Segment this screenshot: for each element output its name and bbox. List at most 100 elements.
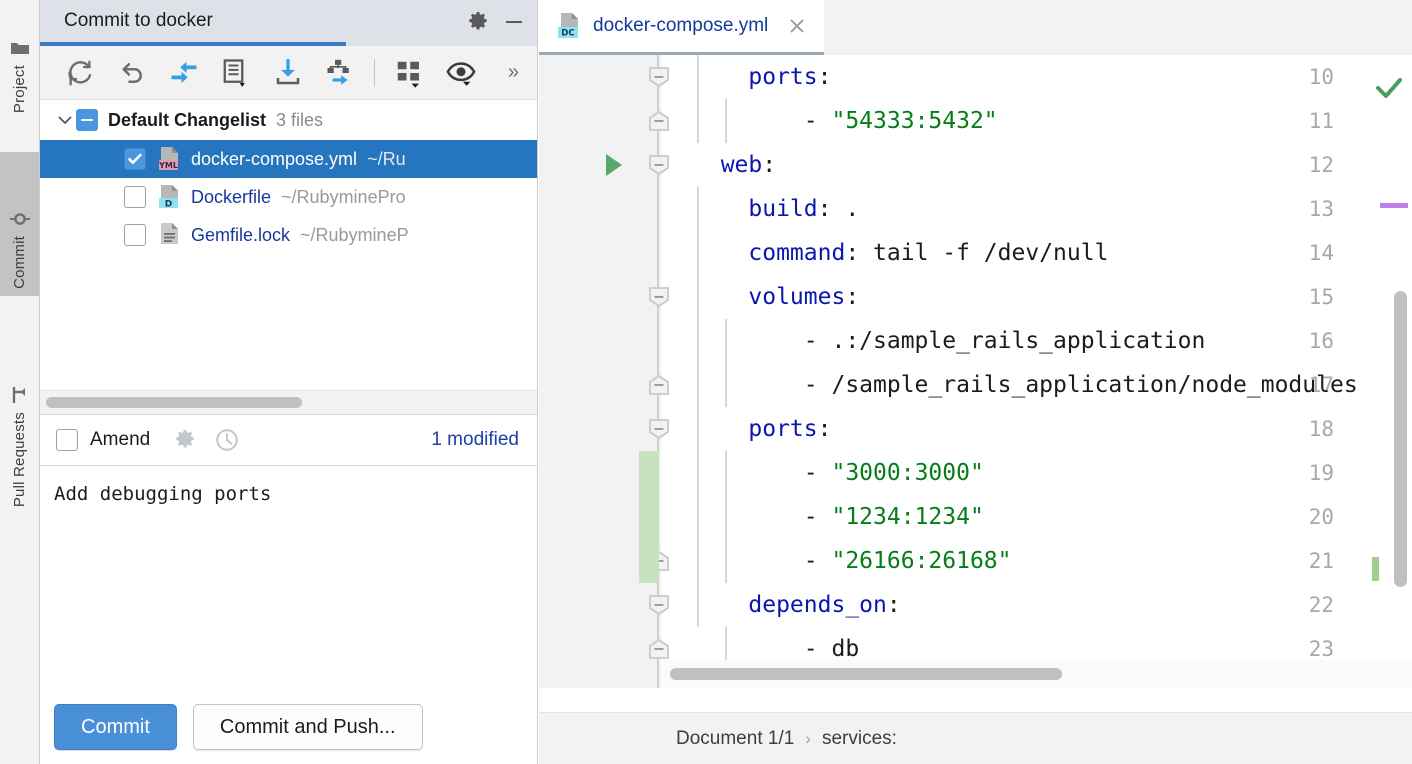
code-line: - .:/sample_rails_application xyxy=(662,319,1205,363)
dockerfile-icon: D xyxy=(158,184,182,210)
file-name: Dockerfile xyxy=(191,187,271,208)
code-scroll-viewport[interactable]: ports: - "54333:5432" web: build: . comm… xyxy=(662,55,1412,688)
run-configuration-icon[interactable] xyxy=(603,152,625,178)
scrollbar-thumb[interactable] xyxy=(46,397,302,408)
svg-text:DC: DC xyxy=(561,29,574,39)
breadcrumb-item-services[interactable]: services: xyxy=(822,728,897,750)
undo-icon[interactable] xyxy=(106,52,158,94)
refresh-icon[interactable] xyxy=(54,52,106,94)
amend-checkbox[interactable] xyxy=(56,429,78,451)
code-line: - /sample_rails_application/node_modules xyxy=(662,363,1358,407)
diff-icon[interactable] xyxy=(158,52,210,94)
eye-icon[interactable] xyxy=(435,52,487,94)
file-checkbox[interactable] xyxy=(124,148,146,170)
changelist-tristate-checkbox[interactable] xyxy=(76,109,98,131)
commit-toolbar: » xyxy=(40,46,537,100)
modified-count-link[interactable]: 1 modified xyxy=(431,429,519,451)
breadcrumb: Document 1/1 › services: xyxy=(539,712,1412,764)
table-row[interactable]: Gemfile.lock ~/RubymineP xyxy=(40,216,537,254)
code-line: - "3000:3000" xyxy=(662,451,984,495)
file-name: Gemfile.lock xyxy=(191,225,290,246)
amend-label: Amend xyxy=(90,429,150,451)
changelist-name: Default Changelist xyxy=(108,110,266,131)
breadcrumb-separator: › xyxy=(805,729,811,749)
editor-gutter[interactable] xyxy=(539,55,661,688)
sidebar-item-project-label: Project xyxy=(11,65,28,113)
code-line: - "54333:5432" xyxy=(662,99,998,143)
group-by-icon[interactable] xyxy=(383,52,435,94)
changelist-file-count: 3 files xyxy=(276,110,323,131)
commit-tool-window: Commit to docker xyxy=(40,0,538,764)
commit-panel-header: Commit to docker xyxy=(40,0,537,46)
sidebar-item-project[interactable]: Project xyxy=(0,8,39,120)
code-line: ports: xyxy=(662,407,832,451)
shelve-icon[interactable] xyxy=(210,52,262,94)
chevron-down-icon[interactable] xyxy=(54,109,76,131)
yml-file-icon: YML xyxy=(158,146,182,172)
commit-and-push-button[interactable]: Commit and Push... xyxy=(193,704,423,750)
tab-label: docker-compose.yml xyxy=(593,15,768,37)
table-row[interactable]: YML docker-compose.yml ~/Ru xyxy=(40,140,537,178)
editor-markers-gutter[interactable] xyxy=(1390,55,1412,688)
commit-actions: Commit Commit and Push... xyxy=(40,690,537,764)
commit-panel-header-actions xyxy=(465,0,527,46)
active-tab-underline xyxy=(40,42,346,46)
sidebar-item-pull-requests-label: Pull Requests xyxy=(11,412,28,507)
code-line: ports: xyxy=(662,55,832,99)
changelist-node-default[interactable]: Default Changelist 3 files xyxy=(40,100,537,140)
code-line: - "26166:26168" xyxy=(662,539,1012,583)
table-row[interactable]: D Dockerfile ~/RubyminePro xyxy=(40,178,537,216)
close-icon[interactable] xyxy=(784,13,810,39)
svg-text:YML: YML xyxy=(158,161,178,170)
svg-text:D: D xyxy=(165,200,172,210)
code-line: volumes: xyxy=(662,275,859,319)
breadcrumb-item-document[interactable]: Document 1/1 xyxy=(676,728,794,750)
minimize-icon[interactable] xyxy=(501,9,527,35)
gear-icon[interactable] xyxy=(172,427,198,453)
folder-icon xyxy=(10,38,30,58)
code-line: web: xyxy=(662,143,776,187)
file-path: ~/RubyminePro xyxy=(281,187,406,208)
docker-compose-file-icon: DC xyxy=(557,12,583,40)
amend-row: Amend 1 modified xyxy=(40,414,537,466)
sidebar-item-commit[interactable]: Commit xyxy=(0,152,39,296)
file-checkbox[interactable] xyxy=(124,224,146,246)
tab-bar-empty-space xyxy=(866,0,1412,52)
commit-message-value: Add debugging ports xyxy=(54,482,537,507)
file-name: docker-compose.yml xyxy=(191,149,357,170)
code-view[interactable]: 1011121314151617181920212223 ports: - "5… xyxy=(539,55,1412,688)
toolbar-overflow-button[interactable]: » xyxy=(508,61,527,84)
editor-area: DC docker-compose.yml 101112131415161718… xyxy=(539,0,1412,764)
tab-docker-compose-yml[interactable]: DC docker-compose.yml xyxy=(539,0,824,55)
changelist-horizontal-scrollbar[interactable] xyxy=(40,390,537,414)
sidebar-item-commit-label: Commit xyxy=(11,236,28,289)
history-clock-icon[interactable] xyxy=(214,427,240,453)
change-marker[interactable] xyxy=(1372,557,1379,581)
toolbar-separator xyxy=(374,59,375,87)
code-line: command: tail -f /dev/null xyxy=(662,231,1108,275)
bookmark-marker[interactable] xyxy=(1380,203,1408,208)
gear-icon[interactable] xyxy=(465,9,491,35)
editor-horizontal-scrollbar[interactable] xyxy=(662,660,1412,688)
file-path: ~/Ru xyxy=(367,149,406,170)
file-checkbox[interactable] xyxy=(124,186,146,208)
lock-file-icon xyxy=(158,222,182,248)
pull-request-icon xyxy=(10,385,30,405)
move-changelist-icon[interactable] xyxy=(314,52,366,94)
commit-panel-title: Commit to docker xyxy=(40,10,213,36)
left-tool-strip: Project Commit Pull Requests xyxy=(0,0,40,764)
code-line: build: . xyxy=(662,187,859,231)
changed-lines-gutter-marker[interactable] xyxy=(639,451,659,583)
download-icon[interactable] xyxy=(262,52,314,94)
scrollbar-thumb[interactable] xyxy=(670,668,1062,680)
editor-tab-bar: DC docker-compose.yml xyxy=(539,0,1412,55)
code-line: depends_on: xyxy=(662,583,901,627)
vertical-scrollbar-thumb[interactable] xyxy=(1394,291,1407,587)
sidebar-item-pull-requests[interactable]: Pull Requests xyxy=(0,322,39,514)
file-path: ~/RubymineP xyxy=(300,225,409,246)
inspection-ok-checkmark-icon[interactable] xyxy=(1373,73,1405,106)
commit-message-input[interactable]: Add debugging ports xyxy=(40,466,537,690)
changelist-tree: Default Changelist 3 files YML docker-co… xyxy=(40,100,537,390)
commit-button[interactable]: Commit xyxy=(54,704,177,750)
code-line: - "1234:1234" xyxy=(662,495,984,539)
